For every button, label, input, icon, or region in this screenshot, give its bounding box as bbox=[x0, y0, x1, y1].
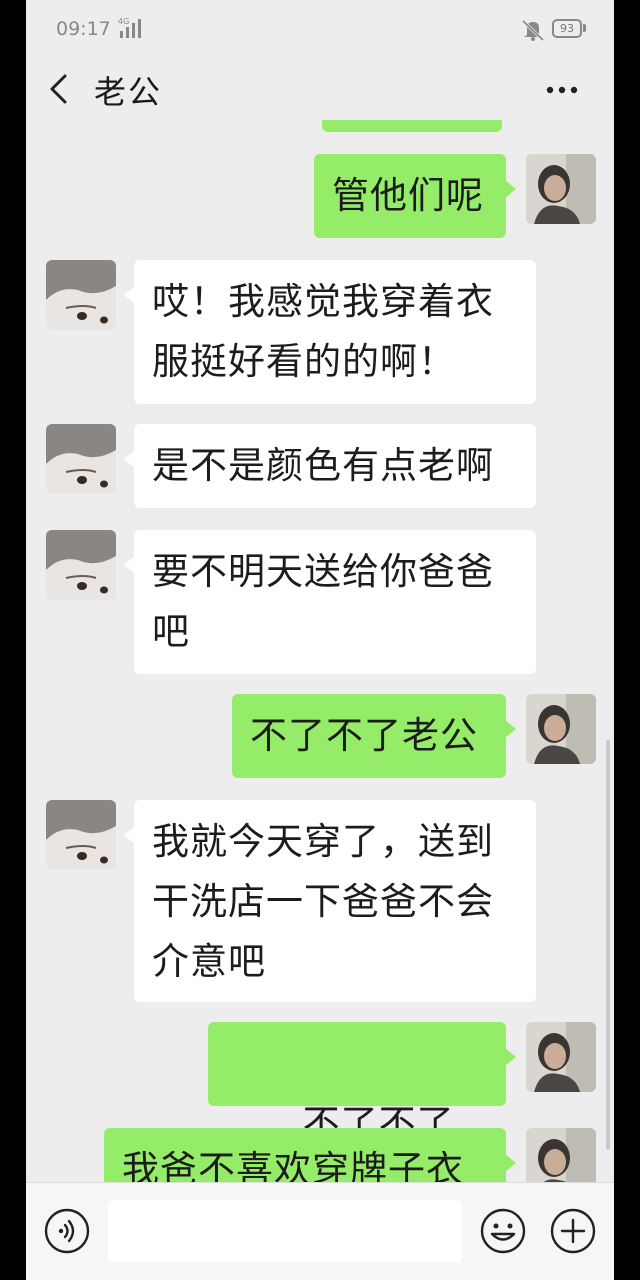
message-bubble-incoming[interactable]: 要不明天送给你爸爸吧 bbox=[124, 530, 536, 674]
message-bubble-outgoing[interactable]: 不了不了老公 bbox=[232, 694, 516, 778]
back-arrow-icon[interactable] bbox=[44, 70, 74, 108]
contact-avatar[interactable] bbox=[46, 800, 116, 870]
message-input[interactable] bbox=[108, 1200, 462, 1262]
message-bubble-incoming[interactable]: 我就今天穿了，送到干洗店一下爸爸不会介意吧 bbox=[124, 800, 536, 1002]
message-bubble-incoming[interactable]: 哎！我感觉我穿着衣服挺好看的的啊！ bbox=[124, 260, 536, 404]
my-avatar[interactable] bbox=[526, 1128, 596, 1182]
mute-icon bbox=[521, 19, 545, 41]
message-bubble-incoming[interactable]: 是不是颜色有点老啊 bbox=[124, 424, 536, 508]
voice-icon[interactable] bbox=[43, 1207, 91, 1255]
battery-tip bbox=[583, 24, 586, 32]
status-bar: 09:17 4G 93 bbox=[26, 0, 614, 58]
contact-avatar[interactable] bbox=[46, 424, 116, 494]
input-bar bbox=[26, 1182, 614, 1280]
message-list[interactable]: 管他们呢 哎！我感觉我穿着衣服挺好看的的啊！ 是不是颜色有点老啊 要不明天送给你… bbox=[26, 120, 614, 1182]
my-avatar[interactable] bbox=[526, 1022, 596, 1092]
chat-title: 老公 bbox=[94, 73, 163, 111]
network-type: 4G bbox=[118, 17, 129, 26]
message-bubble-outgoing[interactable]: 管他们呢 bbox=[314, 154, 516, 238]
chat-screen: 09:17 4G 93 老公 管他们呢 哎！我感觉我穿着衣服挺好看的的啊！ 是不… bbox=[26, 0, 614, 1280]
status-time: 09:17 bbox=[56, 18, 111, 40]
contact-avatar[interactable] bbox=[46, 530, 116, 600]
my-avatar[interactable] bbox=[526, 154, 596, 224]
my-avatar[interactable] bbox=[526, 694, 596, 764]
plus-icon[interactable] bbox=[549, 1207, 597, 1255]
more-dots-icon[interactable] bbox=[540, 75, 584, 105]
message-bubble-outgoing[interactable]: 我爸不喜欢穿牌子衣 bbox=[104, 1128, 516, 1182]
emoji-icon[interactable] bbox=[479, 1207, 527, 1255]
message-bubble-outgoing[interactable]: 不了不了 bbox=[208, 1022, 516, 1182]
signal-icon: 4G bbox=[118, 17, 141, 38]
chat-header: 老公 bbox=[26, 58, 614, 120]
battery-indicator: 93 bbox=[552, 19, 582, 38]
scroll-indicator[interactable] bbox=[606, 740, 610, 1150]
previous-message-edge bbox=[322, 120, 502, 132]
contact-avatar[interactable] bbox=[46, 260, 116, 330]
